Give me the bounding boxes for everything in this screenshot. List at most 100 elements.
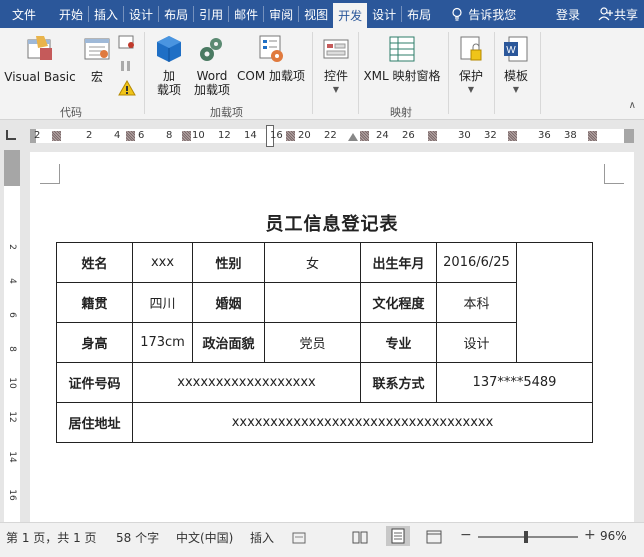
protect-document-icon [460, 36, 482, 61]
macro-security-button[interactable] [118, 79, 136, 100]
tab-stop-selector-icon[interactable] [6, 130, 16, 140]
document-page[interactable]: 员工信息登记表 姓名 xxx 性别 女 出生年月 2016/6/25 籍贯 四川… [30, 152, 634, 522]
group-separator [312, 32, 313, 114]
table-cell[interactable]: 身高 [56, 322, 133, 363]
photo-cell[interactable] [516, 242, 593, 363]
protect-button[interactable]: 保护 ▼ [452, 34, 490, 97]
table-cell[interactable]: 出生年月 [360, 242, 437, 283]
table-cell[interactable]: 政治面貌 [192, 322, 265, 363]
tab-layout[interactable]: 布局 [159, 0, 193, 28]
lightbulb-icon [452, 7, 462, 21]
controls-button[interactable]: 控件 ▼ [318, 34, 354, 97]
page-count[interactable]: 第 1 页，共 1 页 [6, 529, 97, 546]
word-template-icon: W [504, 36, 528, 62]
ruler-column-marker[interactable] [508, 131, 517, 141]
zoom-slider[interactable] [478, 531, 578, 543]
macro-record-icon[interactable] [292, 531, 306, 545]
table-cell[interactable] [264, 282, 361, 323]
table-cell[interactable]: 173cm [132, 322, 193, 363]
table-cell[interactable]: 设计 [436, 322, 517, 363]
table-cell[interactable]: 文化程度 [360, 282, 437, 323]
word-count[interactable]: 58 个字 [116, 529, 159, 546]
ruler-column-marker[interactable] [360, 131, 369, 141]
table-cell[interactable]: 婚姻 [192, 282, 265, 323]
vruler-number: 8 [7, 346, 17, 352]
protect-label: 保护 [458, 69, 483, 83]
table-cell[interactable]: 居住地址 [56, 402, 133, 443]
employee-info-table[interactable]: 姓名 xxx 性别 女 出生年月 2016/6/25 籍贯 四川 婚姻 文化程度… [56, 242, 593, 443]
table-cell[interactable]: 女 [264, 242, 361, 283]
group-separator [494, 32, 495, 114]
language-indicator[interactable]: 中文(中国) [176, 529, 233, 546]
ribbon: Visual Basic 宏 代码 加 载项 Word 加载项 COM 加载项 … [0, 28, 644, 120]
ruler-column-marker[interactable] [428, 131, 437, 141]
controls-icon [323, 39, 349, 59]
login-link[interactable]: 登录 [556, 6, 580, 23]
table-cell[interactable]: 党员 [264, 322, 361, 363]
add-ins-button[interactable]: 加 载项 [150, 34, 188, 97]
insert-mode[interactable]: 插入 [250, 529, 274, 546]
tab-insert[interactable]: 插入 [89, 0, 123, 28]
ruler-column-marker[interactable] [182, 131, 191, 141]
zoom-level[interactable]: 96% [600, 529, 627, 543]
share-button[interactable]: 共享 [598, 6, 638, 23]
table-cell[interactable]: 姓名 [56, 242, 133, 283]
zoom-slider-thumb[interactable] [523, 531, 528, 543]
ruler-column-marker[interactable] [126, 131, 135, 141]
table-cell[interactable]: 本科 [436, 282, 517, 323]
xml-mapping-pane-button[interactable]: XML 映射窗格 [362, 34, 442, 83]
tell-me-box[interactable]: 告诉我您 [450, 0, 516, 28]
group-separator [448, 32, 449, 114]
record-macro-icon [118, 35, 134, 49]
tab-references[interactable]: 引用 [194, 0, 228, 28]
zoom-in-button[interactable]: + [584, 527, 596, 543]
table-cell[interactable]: 联系方式 [360, 362, 437, 403]
collapse-ribbon-icon[interactable]: ∧ [629, 100, 636, 111]
tab-review[interactable]: 审阅 [264, 0, 298, 28]
template-button[interactable]: W 模板 ▼ [498, 34, 534, 97]
ruler-strip[interactable]: 2 2 4 6 8 10 12 14 16 20 22 24 26 30 32 … [30, 125, 634, 147]
table-cell[interactable]: xxxxxxxxxxxxxxxxxxxxxxxxxxxxxxxxxx [132, 402, 593, 443]
macros-label: 宏 [90, 70, 103, 84]
table-cell[interactable]: xxxxxxxxxxxxxxxxxx [132, 362, 361, 403]
tab-home[interactable]: 开始 [54, 0, 88, 28]
pause-recording-button[interactable] [118, 58, 136, 77]
tab-view[interactable]: 视图 [299, 0, 333, 28]
table-cell[interactable]: 137****5489 [436, 362, 593, 403]
tab-table-design[interactable]: 设计 [367, 0, 401, 28]
zoom-out-button[interactable]: − [460, 527, 472, 543]
person-icon [598, 7, 613, 21]
tab-file[interactable]: 文件 [0, 0, 54, 28]
table-cell[interactable]: xxx [132, 242, 193, 283]
word-add-ins-button[interactable]: Word 加载项 [192, 34, 232, 97]
table-cell[interactable]: 籍贯 [56, 282, 133, 323]
ruler-column-marker[interactable] [588, 131, 597, 141]
ruler-column-marker[interactable] [52, 131, 61, 141]
print-layout-icon [391, 528, 405, 544]
document-title[interactable]: 员工信息登记表 [30, 210, 634, 236]
tab-table-layout[interactable]: 布局 [402, 0, 436, 28]
macros-button[interactable]: 宏 [80, 34, 114, 84]
ruler-number: 38 [564, 130, 577, 141]
ruler-column-marker[interactable] [286, 131, 295, 141]
table-cell[interactable]: 性别 [192, 242, 265, 283]
tab-mailings[interactable]: 邮件 [229, 0, 263, 28]
tab-design[interactable]: 设计 [124, 0, 158, 28]
vruler-number: 12 [7, 411, 17, 423]
vertical-ruler: 2 4 6 8 10 12 14 16 [4, 150, 20, 522]
com-add-ins-button[interactable]: COM 加载项 [234, 34, 308, 83]
ruler-number: 8 [166, 130, 173, 141]
table-cell[interactable]: 证件号码 [56, 362, 133, 403]
hanging-indent-marker[interactable] [348, 133, 358, 141]
table-cell[interactable]: 专业 [360, 322, 437, 363]
record-macro-button[interactable] [118, 34, 136, 53]
print-layout-button[interactable] [386, 526, 410, 546]
table-cell[interactable]: 2016/6/25 [436, 242, 517, 283]
read-mode-icon[interactable] [352, 529, 368, 545]
document-area[interactable]: 员工信息登记表 姓名 xxx 性别 女 出生年月 2016/6/25 籍贯 四川… [22, 150, 644, 522]
visual-basic-button[interactable]: Visual Basic [4, 34, 76, 84]
tab-developer[interactable]: 开发 [333, 3, 368, 28]
table-row: 居住地址 xxxxxxxxxxxxxxxxxxxxxxxxxxxxxxxxxx [56, 402, 593, 443]
table-cell[interactable]: 四川 [132, 282, 193, 323]
web-layout-icon[interactable] [426, 529, 442, 545]
